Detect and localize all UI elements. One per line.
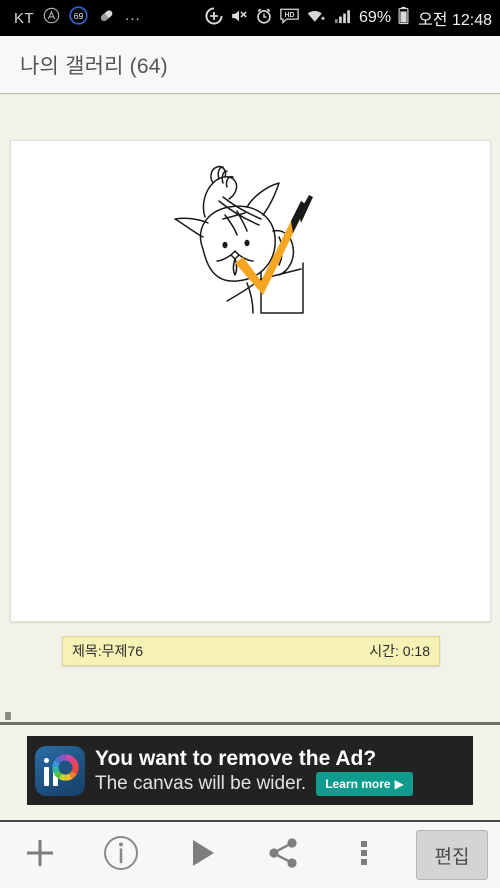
wifi-icon bbox=[306, 7, 327, 29]
status-bar-right: HD 69% 오전 12:48 bbox=[205, 6, 492, 30]
hd-icon: HD bbox=[280, 8, 299, 29]
edit-button[interactable]: 편집 bbox=[415, 830, 488, 880]
share-icon bbox=[264, 834, 302, 877]
ibis-paint-app-icon bbox=[35, 745, 85, 796]
ad-subline-row: The canvas will be wider. Learn more ▶ bbox=[95, 771, 465, 796]
gallery-content: 제목:무제76 시간: 0:18 bbox=[0, 95, 500, 722]
bottom-toolbar: 편집 bbox=[0, 820, 500, 888]
ad-headline: You want to remove the Ad? bbox=[95, 746, 377, 770]
status-bar-left: KT 69 ... bbox=[14, 6, 205, 30]
pill-icon bbox=[97, 6, 116, 30]
ad-region: You want to remove the Ad? The canvas wi… bbox=[0, 725, 500, 820]
gallery-item-thumbnail[interactable] bbox=[10, 140, 491, 622]
scroll-indicator[interactable] bbox=[5, 712, 11, 720]
svg-text:69: 69 bbox=[74, 11, 84, 21]
overflow-button[interactable] bbox=[323, 822, 404, 888]
status-clock: 오전 12:48 bbox=[418, 12, 492, 29]
gallery-item-caption: 제목:무제76 시간: 0:18 bbox=[62, 636, 440, 666]
more-notifications-icon: ... bbox=[125, 6, 141, 24]
more-vertical-icon bbox=[345, 834, 383, 877]
play-button[interactable] bbox=[162, 822, 243, 888]
ad-copy: You want to remove the Ad? The canvas wi… bbox=[95, 746, 465, 796]
status-bar: KT 69 ... HD 69% 오전 12:48 bbox=[0, 0, 500, 36]
drawing-artwork bbox=[174, 165, 313, 314]
alarm-icon bbox=[255, 7, 273, 30]
info-button[interactable] bbox=[81, 822, 162, 888]
location-icon bbox=[205, 6, 223, 30]
plus-icon bbox=[21, 834, 59, 877]
learn-more-button[interactable]: Learn more ▶ bbox=[316, 771, 413, 796]
notification-count-badge: 69 bbox=[69, 6, 88, 30]
caption-time: 시간: 0:18 bbox=[369, 643, 430, 659]
circled-a-icon bbox=[43, 7, 60, 29]
edit-button-label: 편집 bbox=[434, 846, 470, 868]
info-circle-icon bbox=[102, 834, 140, 877]
battery-percent-label: 69% bbox=[359, 9, 392, 26]
app-title-bar: 나의 갤러리 (64) bbox=[0, 36, 500, 94]
chevron-right-icon: ▶ bbox=[394, 776, 404, 791]
mute-icon bbox=[230, 7, 248, 30]
battery-icon bbox=[398, 6, 409, 30]
ad-banner[interactable]: You want to remove the Ad? The canvas wi… bbox=[27, 736, 473, 805]
share-button[interactable] bbox=[242, 822, 323, 888]
play-icon bbox=[183, 834, 221, 877]
page-title: 나의 갤러리 (64) bbox=[20, 54, 168, 78]
signal-icon bbox=[334, 8, 352, 29]
svg-text:HD: HD bbox=[285, 11, 295, 18]
ad-subline: The canvas will be wider. bbox=[95, 773, 307, 794]
add-button[interactable] bbox=[0, 822, 81, 888]
carrier-label: KT bbox=[14, 9, 35, 27]
edit-button-wrapper: 편집 bbox=[404, 830, 500, 880]
caption-title: 제목:무제76 bbox=[72, 643, 143, 659]
learn-more-label: Learn more bbox=[325, 776, 391, 791]
